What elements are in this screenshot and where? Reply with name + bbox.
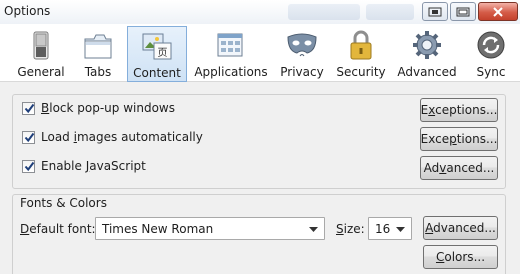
tab-applications[interactable]: Applications bbox=[194, 26, 268, 82]
tab-label: Content bbox=[133, 66, 181, 80]
tab-general[interactable]: General bbox=[12, 26, 70, 82]
default-font-select[interactable]: Times New Roman bbox=[95, 217, 325, 240]
tab-label: Tabs bbox=[84, 65, 112, 79]
checkmark-icon bbox=[24, 161, 35, 172]
tab-label: General bbox=[17, 65, 65, 79]
popups-exceptions-button[interactable]: Exceptions... bbox=[420, 98, 498, 122]
button-label: Colors... bbox=[435, 250, 486, 264]
tab-label: Advanced bbox=[397, 65, 457, 79]
tab-tabs[interactable]: Tabs bbox=[72, 26, 124, 82]
block-popups-checkbox[interactable] bbox=[22, 102, 35, 115]
fonts-colors-legend: Fonts & Colors bbox=[20, 196, 107, 210]
enable-javascript-checkbox[interactable] bbox=[22, 160, 35, 173]
button-label: Exceptions... bbox=[420, 132, 498, 146]
checkmark-icon bbox=[24, 132, 35, 143]
blurred-region bbox=[288, 4, 360, 20]
tab-security[interactable]: Security bbox=[334, 26, 388, 82]
restore-button[interactable] bbox=[422, 2, 448, 21]
enable-javascript-label: Enable JavaScript bbox=[41, 159, 146, 173]
label-rest: lock pop-up windows bbox=[49, 101, 175, 115]
default-font-label: Default font: bbox=[20, 222, 96, 236]
javascript-advanced-button[interactable]: Advanced... bbox=[420, 156, 498, 180]
sync-icon bbox=[477, 31, 505, 59]
load-images-label: Load images automatically bbox=[41, 130, 203, 144]
switch-icon bbox=[33, 31, 49, 60]
tab-label: Applications bbox=[194, 65, 268, 79]
font-size-value: 16 bbox=[375, 222, 391, 236]
block-popups-label: Block pop-up windows bbox=[41, 101, 175, 115]
title-bar: Options bbox=[0, 0, 520, 24]
chevron-down-icon bbox=[309, 227, 318, 232]
close-button[interactable] bbox=[478, 2, 518, 21]
restore-icon bbox=[428, 7, 442, 16]
padlock-icon bbox=[350, 30, 372, 60]
button-label: Advanced... bbox=[423, 161, 495, 175]
options-toolbar: General Tabs 页 Content Applications Priv… bbox=[0, 24, 520, 82]
tab-content[interactable]: 页 Content bbox=[127, 26, 187, 82]
images-exceptions-button[interactable]: Exceptions... bbox=[420, 127, 498, 151]
mask-icon bbox=[287, 33, 317, 57]
tab-label: Privacy bbox=[280, 65, 324, 79]
fonts-advanced-button[interactable]: Advanced... bbox=[423, 216, 498, 240]
button-label: Exceptions... bbox=[420, 103, 498, 117]
tab-privacy[interactable]: Privacy bbox=[276, 26, 328, 82]
chevron-down-icon bbox=[396, 227, 405, 232]
maximize-button[interactable] bbox=[450, 2, 476, 21]
gear-icon bbox=[413, 31, 441, 59]
tab-advanced[interactable]: Advanced bbox=[396, 26, 458, 82]
content-icon: 页 bbox=[142, 33, 172, 60]
default-font-value: Times New Roman bbox=[102, 222, 214, 236]
colors-button[interactable]: Colors... bbox=[423, 245, 498, 269]
applications-icon bbox=[217, 33, 243, 57]
font-size-select[interactable]: 16 bbox=[368, 217, 412, 240]
tab-label: Sync bbox=[476, 65, 506, 79]
close-icon bbox=[493, 6, 503, 17]
checkmark-icon bbox=[24, 103, 35, 114]
button-label: Advanced... bbox=[425, 221, 496, 235]
blurred-region bbox=[366, 4, 414, 20]
tabs-icon bbox=[84, 34, 112, 59]
maximize-icon bbox=[456, 7, 470, 16]
tab-label: Security bbox=[336, 65, 386, 79]
window-title: Options bbox=[4, 4, 51, 18]
size-label: Size: bbox=[336, 222, 365, 236]
tab-sync[interactable]: Sync bbox=[466, 26, 516, 82]
svg-text:页: 页 bbox=[158, 47, 168, 59]
load-images-checkbox[interactable] bbox=[22, 131, 35, 144]
